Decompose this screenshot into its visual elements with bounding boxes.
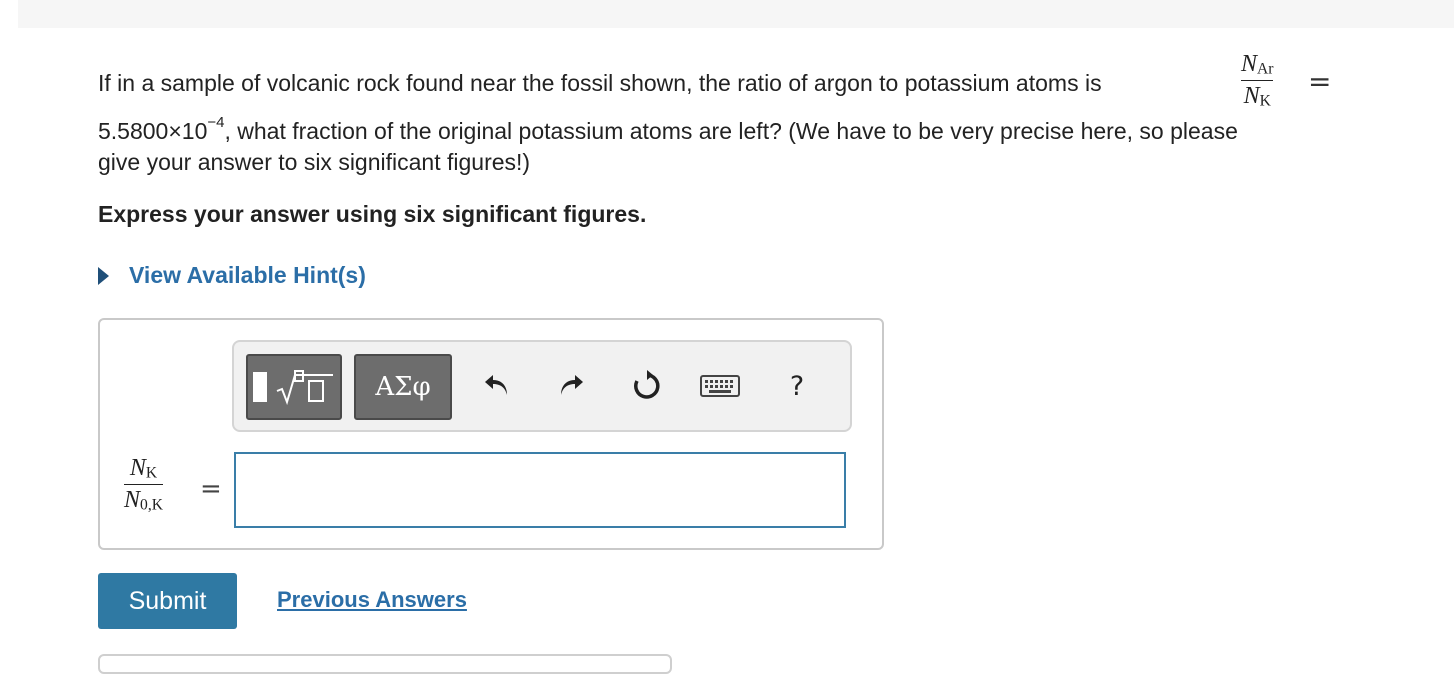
lhs-fraction-bar [124, 483, 163, 485]
lhs-denominator: N0,K [124, 486, 163, 514]
ratio-value: 5.5800×10−4 [98, 114, 225, 144]
lhs-numerator: NK [129, 455, 158, 482]
view-hints-label: View Available Hint(s) [129, 262, 366, 288]
radical-icon [276, 370, 333, 405]
math-toolbar: ΑΣφ ? [232, 340, 852, 432]
feedback-panel [98, 654, 672, 674]
ratio-fraction: NAr NK [1241, 51, 1274, 110]
question-intro: If in a sample of volcanic rock found ne… [98, 70, 1102, 96]
answer-lhs-fraction: NK N0,K [124, 456, 163, 513]
redo-icon[interactable] [556, 368, 586, 404]
answer-equals: = [200, 474, 222, 504]
ratio-equals: = [1308, 65, 1332, 98]
top-band [18, 0, 1454, 28]
ratio-denominator: NK [1243, 82, 1271, 110]
templates-button[interactable] [246, 354, 342, 420]
caret-right-icon [98, 266, 109, 285]
previous-answers-link[interactable]: Previous Answers [277, 587, 467, 613]
question-text: If in a sample of volcanic rock found ne… [98, 52, 1418, 178]
fraction-bar [1241, 79, 1274, 81]
greek-symbols-button[interactable]: ΑΣφ [354, 354, 452, 420]
question-line-2: 5.5800×10−4, what fraction of the origin… [98, 114, 1238, 144]
question-line-1: If in a sample of volcanic rock found ne… [98, 52, 1418, 116]
ratio-numerator: NAr [1241, 51, 1274, 78]
templates-icon [253, 372, 267, 402]
undo-icon[interactable] [482, 368, 512, 404]
submit-button[interactable]: Submit [98, 573, 237, 629]
view-hints-toggle[interactable]: View Available Hint(s) [98, 262, 366, 289]
help-button[interactable]: ? [782, 368, 812, 404]
question-line-3: give your answer to six significant figu… [98, 149, 531, 175]
instruction-text: Express your answer using six significan… [98, 201, 647, 227]
keyboard-icon[interactable] [700, 368, 740, 404]
answer-input[interactable] [234, 452, 846, 528]
reset-icon[interactable] [630, 368, 664, 404]
